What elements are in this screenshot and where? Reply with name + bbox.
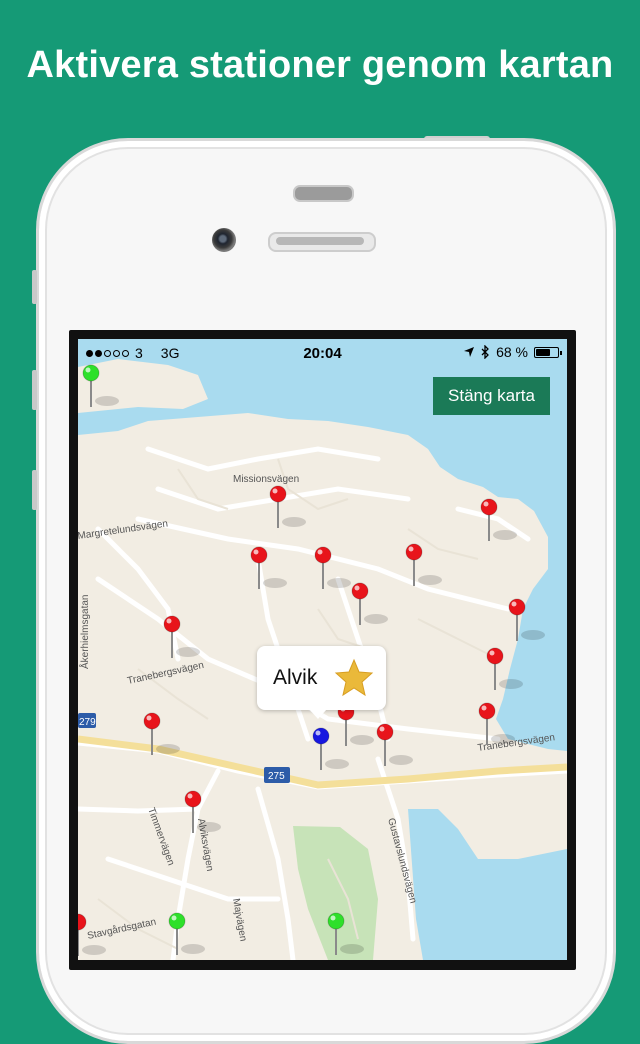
bluetooth-icon — [481, 345, 489, 359]
svg-text:279: 279 — [79, 717, 96, 728]
front-camera-icon — [212, 228, 236, 252]
mute-switch — [32, 270, 37, 304]
station-callout[interactable]: Alvik — [257, 646, 386, 719]
volume-down-button — [32, 470, 37, 510]
headline: Aktivera stationer genom kartan — [26, 44, 614, 86]
station-name: Alvik — [273, 666, 318, 689]
street-label-missionsvagen: Missionsvägen — [233, 474, 299, 485]
close-map-button[interactable]: Stäng karta — [433, 377, 550, 415]
battery-percentage: 68 % — [496, 344, 528, 360]
volume-up-button — [32, 370, 37, 410]
location-arrow-icon — [464, 347, 475, 357]
status-bar: 3 3G 20:04 68 % — [78, 339, 567, 367]
road-shield-279: 279 — [78, 713, 96, 728]
battery-icon — [534, 346, 562, 358]
phone-speaker — [293, 185, 354, 202]
map-screen[interactable]: 279 275 Missionsvägen Margretelundsvägen… — [78, 339, 567, 960]
star-icon[interactable] — [334, 658, 374, 698]
street-label-akerhielmsgatan: Åkerhielmsgatan — [78, 595, 91, 669]
svg-text:275: 275 — [268, 771, 285, 782]
road-shield-275: 275 — [264, 767, 290, 783]
phone-earpiece — [268, 232, 376, 252]
